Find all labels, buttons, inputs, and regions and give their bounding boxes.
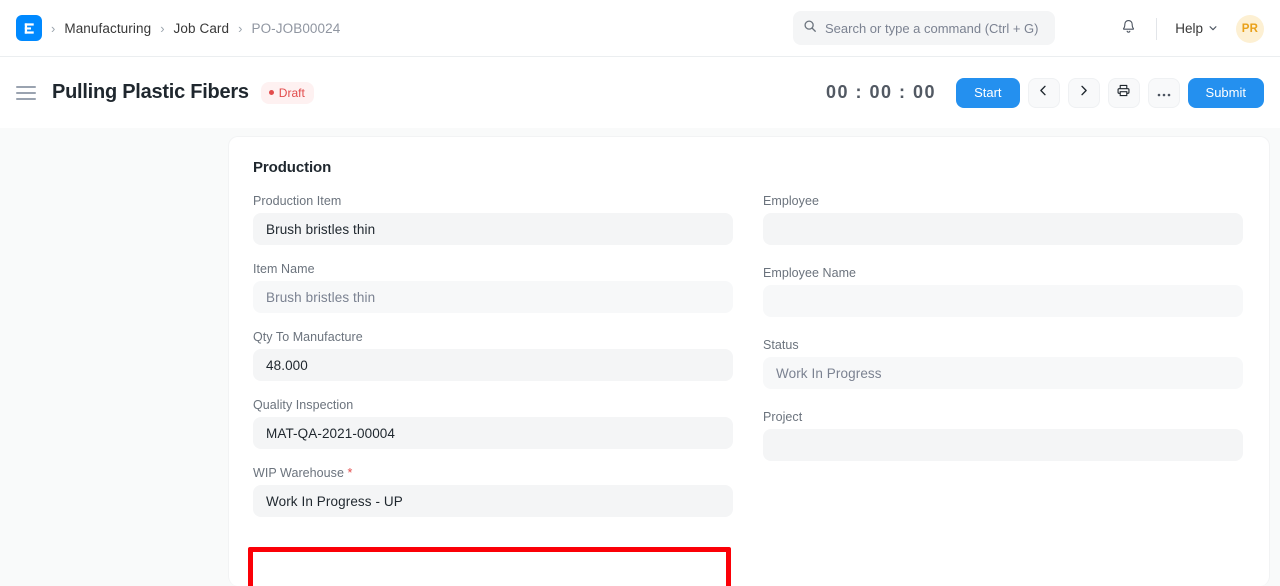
printer-icon (1116, 83, 1131, 103)
chevron-left-icon (1037, 84, 1050, 102)
next-document-button[interactable] (1068, 78, 1100, 108)
field-employee-name: Employee Name (763, 266, 1243, 317)
chevron-right-icon (1077, 84, 1090, 102)
breadcrumb-item-job-card[interactable]: Job Card (174, 21, 230, 36)
input-production-item[interactable]: Brush bristles thin (253, 213, 733, 245)
section-title: Production (253, 159, 1245, 176)
breadcrumb-separator-0: › (51, 22, 55, 35)
field-wip-warehouse: WIP Warehouse * Work In Progress - UP (253, 466, 733, 517)
status-badge-label: Draft (279, 86, 305, 100)
input-item-name[interactable]: Brush bristles thin (253, 281, 733, 313)
sidebar (0, 128, 228, 586)
field-project: Project (763, 410, 1243, 461)
field-quality-inspection: Quality Inspection MAT-QA-2021-00004 (253, 398, 733, 449)
field-qty-to-manufacture: Qty To Manufacture 48.000 (253, 330, 733, 381)
field-status: Status Work In Progress (763, 338, 1243, 389)
form-column-left: Production Item Brush bristles thin Item… (253, 194, 733, 533)
navbar-actions: Help PR (1112, 0, 1264, 57)
bell-icon (1120, 18, 1137, 40)
input-wip-warehouse[interactable]: Work In Progress - UP (253, 485, 733, 517)
field-label-status: Status (763, 338, 1243, 352)
input-qty-to-manufacture[interactable]: 48.000 (253, 349, 733, 381)
field-label-wip-warehouse-text: WIP Warehouse (253, 466, 344, 480)
help-menu-button[interactable]: Help (1169, 17, 1224, 40)
previous-document-button[interactable] (1028, 78, 1060, 108)
field-label-quality-inspection: Quality Inspection (253, 398, 733, 412)
input-employee[interactable] (763, 213, 1243, 245)
help-label: Help (1175, 21, 1203, 36)
form-card: Production Production Item Brush bristle… (228, 136, 1270, 586)
breadcrumb: › Manufacturing › Job Card › PO-JOB00024 (42, 21, 340, 36)
page-header: Pulling Plastic Fibers Draft 00 : 00 : 0… (0, 57, 1280, 128)
chevron-down-icon (1208, 21, 1218, 36)
field-employee: Employee (763, 194, 1243, 245)
breadcrumb-separator-1: › (160, 22, 164, 35)
field-label-item-name: Item Name (253, 262, 733, 276)
page-header-actions: 00 : 00 : 00 Start (826, 57, 1264, 128)
print-button[interactable] (1108, 78, 1140, 108)
required-indicator: * (344, 466, 352, 480)
app-logo-icon[interactable] (16, 15, 42, 41)
ellipsis-icon (1157, 84, 1171, 102)
field-label-project: Project (763, 410, 1243, 424)
input-quality-inspection[interactable]: MAT-QA-2021-00004 (253, 417, 733, 449)
avatar[interactable]: PR (1236, 15, 1264, 43)
submit-button[interactable]: Submit (1188, 78, 1264, 108)
form-column-right: Employee Employee Name Status Work In Pr… (763, 194, 1243, 533)
breadcrumb-separator-2: › (238, 22, 242, 35)
job-timer: 00 : 00 : 00 (826, 82, 936, 103)
top-navbar: › Manufacturing › Job Card › PO-JOB00024… (0, 0, 1280, 57)
search-input[interactable] (825, 21, 1045, 36)
search-icon (803, 19, 817, 38)
page-title: Pulling Plastic Fibers (52, 81, 249, 104)
page-body: Production Production Item Brush bristle… (0, 128, 1280, 586)
field-label-employee: Employee (763, 194, 1243, 208)
hamburger-icon[interactable] (16, 86, 38, 100)
global-search[interactable] (793, 11, 1055, 45)
field-label-wip-warehouse: WIP Warehouse * (253, 466, 733, 480)
more-actions-button[interactable] (1148, 78, 1180, 108)
status-dot-icon (269, 90, 274, 95)
input-employee-name[interactable] (763, 285, 1243, 317)
form-grid: Production Item Brush bristles thin Item… (253, 194, 1245, 533)
navbar-divider (1156, 18, 1157, 40)
breadcrumb-item-current: PO-JOB00024 (251, 21, 340, 36)
input-status[interactable]: Work In Progress (763, 357, 1243, 389)
notifications-button[interactable] (1112, 13, 1144, 45)
field-label-employee-name: Employee Name (763, 266, 1243, 280)
field-label-production-item: Production Item (253, 194, 733, 208)
field-production-item: Production Item Brush bristles thin (253, 194, 733, 245)
input-project[interactable] (763, 429, 1243, 461)
field-item-name: Item Name Brush bristles thin (253, 262, 733, 313)
status-badge: Draft (261, 82, 314, 104)
start-button[interactable]: Start (956, 78, 1019, 108)
breadcrumb-item-manufacturing[interactable]: Manufacturing (64, 21, 151, 36)
field-label-qty-to-manufacture: Qty To Manufacture (253, 330, 733, 344)
